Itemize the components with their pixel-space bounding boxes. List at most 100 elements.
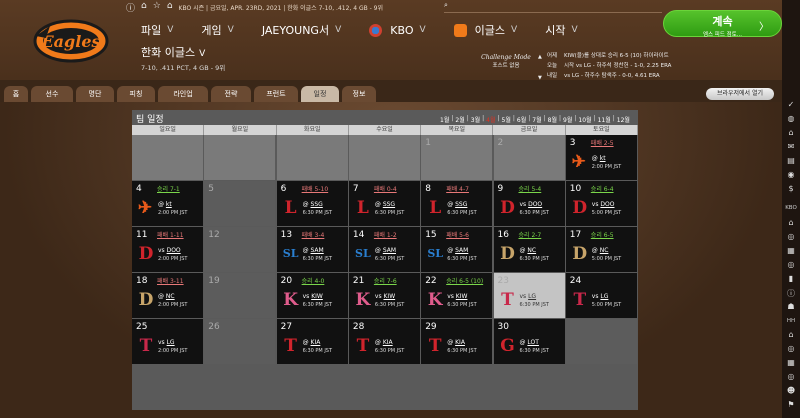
continue-button[interactable]: 계속 엠스 피드 점토... 〉 (663, 10, 782, 38)
calendar-game[interactable]: 11 패배 1-11 Dvs DOO 2:00 PM JST (132, 227, 203, 272)
game-result-link[interactable]: 승리 2-7 (519, 230, 542, 239)
game-result-link[interactable]: 승리 6-5 (10) (446, 276, 483, 285)
opponent-link[interactable]: SAM (311, 247, 324, 254)
info-icon[interactable]: ⓘ (126, 1, 135, 14)
game-result-link[interactable]: 패배 1-2 (374, 230, 397, 239)
home-icon[interactable]: ⌂ (782, 330, 800, 339)
calendar-game[interactable]: 21 승리 7-6 Kvs KIW 6:30 PM JST (348, 273, 420, 318)
doc-icon[interactable]: ▦ (782, 358, 800, 367)
month-link[interactable]: 7월 (531, 115, 542, 124)
month-link[interactable]: 2월 (454, 115, 465, 124)
opponent-link[interactable]: kt (600, 155, 606, 162)
home-icon[interactable]: ⌂ (782, 128, 800, 137)
opponent-link[interactable]: NC (527, 247, 536, 254)
calendar-game[interactable]: 22 승리 6-5 (10) Kvs KIW 6:30 PM JST (421, 273, 493, 318)
opponent-link[interactable]: SSG (311, 201, 323, 208)
target-icon[interactable]: ◎ (782, 232, 800, 241)
opponent-link[interactable]: NC (600, 247, 609, 254)
tab-home[interactable]: 홈 (4, 86, 28, 102)
opponent-link[interactable]: NC (166, 293, 175, 300)
flag-icon[interactable]: ⚑ (782, 400, 800, 409)
month-link[interactable]: 8월 (547, 115, 558, 124)
calendar-game[interactable]: 7 패배 0-4 L @ SSG 6:30 PM JST (348, 181, 420, 226)
month-link[interactable]: 6월 (516, 115, 527, 124)
tab-strategy[interactable]: 전략 (211, 86, 251, 102)
calendar-game[interactable]: 8 패배 4-7 L @ SSG 6:30 PM JST (421, 181, 493, 226)
info-icon[interactable]: ⓘ (782, 288, 800, 299)
game-result-link[interactable]: 승리 5-4 (519, 184, 542, 193)
month-link[interactable]: 10월 (577, 115, 592, 124)
calendar-game[interactable]: 25 Tvs LG 2:00 PM JST (132, 319, 203, 364)
opponent-link[interactable]: LG (528, 293, 536, 300)
tab-pitching[interactable]: 피칭 (117, 86, 155, 102)
opponent-link[interactable]: KIW (456, 293, 468, 300)
home-icon[interactable]: ⌂ (782, 218, 800, 227)
nav-file[interactable]: 파일 V (141, 22, 173, 38)
calendar-game[interactable]: 3 패배 2-5 ✈ @ kt 2:00 PM JST (565, 135, 637, 180)
calendar-game[interactable]: 14 패배 1-2 SL @ SAM 6:30 PM JST (348, 227, 420, 272)
game-result-link[interactable]: 승리 6-4 (591, 184, 614, 193)
calendar-game[interactable]: 13 패배 3-4 SL @ SAM 6:30 PM JST (276, 227, 348, 272)
opponent-link[interactable]: DOO (600, 201, 614, 208)
calendar-game[interactable]: 20 승리 4-0 Kvs KIW 6:30 PM JST (276, 273, 348, 318)
opponent-link[interactable]: kt (166, 201, 172, 208)
target-icon[interactable]: ◎ (782, 372, 800, 381)
opponent-link[interactable]: KIA (311, 339, 321, 346)
down-arrow-icon[interactable]: ▼ (538, 73, 542, 83)
calendar-game[interactable]: 24 Tvs LG 5:00 PM JST (565, 273, 637, 318)
month-link[interactable]: 1월 (439, 115, 450, 124)
globe-icon[interactable]: ◍ (782, 114, 800, 123)
target-icon[interactable]: ◎ (782, 344, 800, 353)
game-today[interactable]: 오늘 시작 vs LG - 하주석 정찬헌 - 1-0, 2.25 ERA (540, 61, 672, 71)
target-icon[interactable]: ◎ (782, 260, 800, 269)
calendar-game[interactable]: 16 승리 2-7 D @ NC 6:30 PM JST (493, 227, 565, 272)
tab-front[interactable]: 프런트 (254, 86, 298, 102)
game-result-link[interactable]: 패배 0-4 (374, 184, 397, 193)
opponent-link[interactable]: SSG (455, 201, 467, 208)
calendar-game[interactable]: 4 승리 7-1 ✈ @ kt 2:00 PM JST (132, 181, 203, 226)
game-result-link[interactable]: 패배 5-6 (446, 230, 469, 239)
game-result-link[interactable]: 승리 4-0 (302, 276, 325, 285)
opponent-link[interactable]: KIA (383, 339, 393, 346)
home-icon[interactable]: ⌂ (167, 1, 173, 14)
game-result-link[interactable]: 패배 4-7 (446, 184, 469, 193)
clipboard-icon[interactable]: ▤ (782, 156, 800, 165)
opponent-link[interactable]: SAM (383, 247, 396, 254)
month-link[interactable]: 3월 (470, 115, 481, 124)
calendar-game[interactable]: 17 승리 6-5 D @ NC 5:00 PM JST (565, 227, 637, 272)
people-icon[interactable]: ☻ (782, 386, 800, 395)
search-box[interactable]: ⌕ (444, 1, 662, 13)
dollar-icon[interactable]: $ (782, 184, 800, 193)
month-link[interactable]: 9월 (562, 115, 573, 124)
month-link[interactable]: 5월 (501, 115, 512, 124)
tab-schedule[interactable]: 일정 (301, 86, 339, 102)
calendar-game[interactable]: 29 T @ KIA 6:30 PM JST (421, 319, 493, 364)
calendar-game[interactable]: 9 승리 5-4 Dvs DOO 6:30 PM JST (493, 181, 565, 226)
game-result-link[interactable]: 승리 7-6 (374, 276, 397, 285)
month-link[interactable]: 11월 (597, 115, 612, 124)
game-result-link[interactable]: 패배 3-11 (157, 276, 184, 285)
check-icon[interactable]: ✓ (782, 100, 800, 109)
opponent-link[interactable]: SSG (383, 201, 395, 208)
challenge-mode[interactable]: Challenge Mode 포스트 없음 (480, 54, 532, 69)
opponent-link[interactable]: LOT (527, 339, 539, 346)
opponent-link[interactable]: KIA (455, 339, 465, 346)
game-result-link[interactable]: 패배 1-11 (157, 230, 184, 239)
nav-manager[interactable]: JAEYOUNG서 V (262, 22, 341, 38)
up-arrow-icon[interactable]: ▲ (538, 52, 542, 62)
opponent-link[interactable]: LG (167, 339, 175, 346)
tab-info[interactable]: 정보 (342, 86, 376, 102)
nav-kbo[interactable]: KBO V (369, 22, 426, 38)
doc-icon[interactable]: ▦ (782, 246, 800, 255)
game-result-link[interactable]: 패배 2-5 (591, 138, 614, 147)
calendar-game[interactable]: 28 T @ KIA 6:30 PM JST (348, 319, 420, 364)
game-tomorrow[interactable]: 내일 vs LG - 하주수 탐색주 - 0-0, 4.61 ERA (540, 71, 671, 81)
game-yesterday[interactable]: 어제 KIW(을)를 상대로 승리 6-5 (10) 하이라이트 (540, 51, 671, 61)
tab-players[interactable]: 선수 (31, 86, 73, 102)
team-selector[interactable]: 한화 이글스 V (141, 44, 205, 60)
opponent-link[interactable]: DOO (167, 247, 181, 254)
month-link[interactable]: 4월 (485, 115, 496, 124)
opponent-link[interactable]: LG (600, 293, 608, 300)
eye-icon[interactable]: ◉ (782, 170, 800, 179)
opponent-link[interactable]: SAM (455, 247, 468, 254)
